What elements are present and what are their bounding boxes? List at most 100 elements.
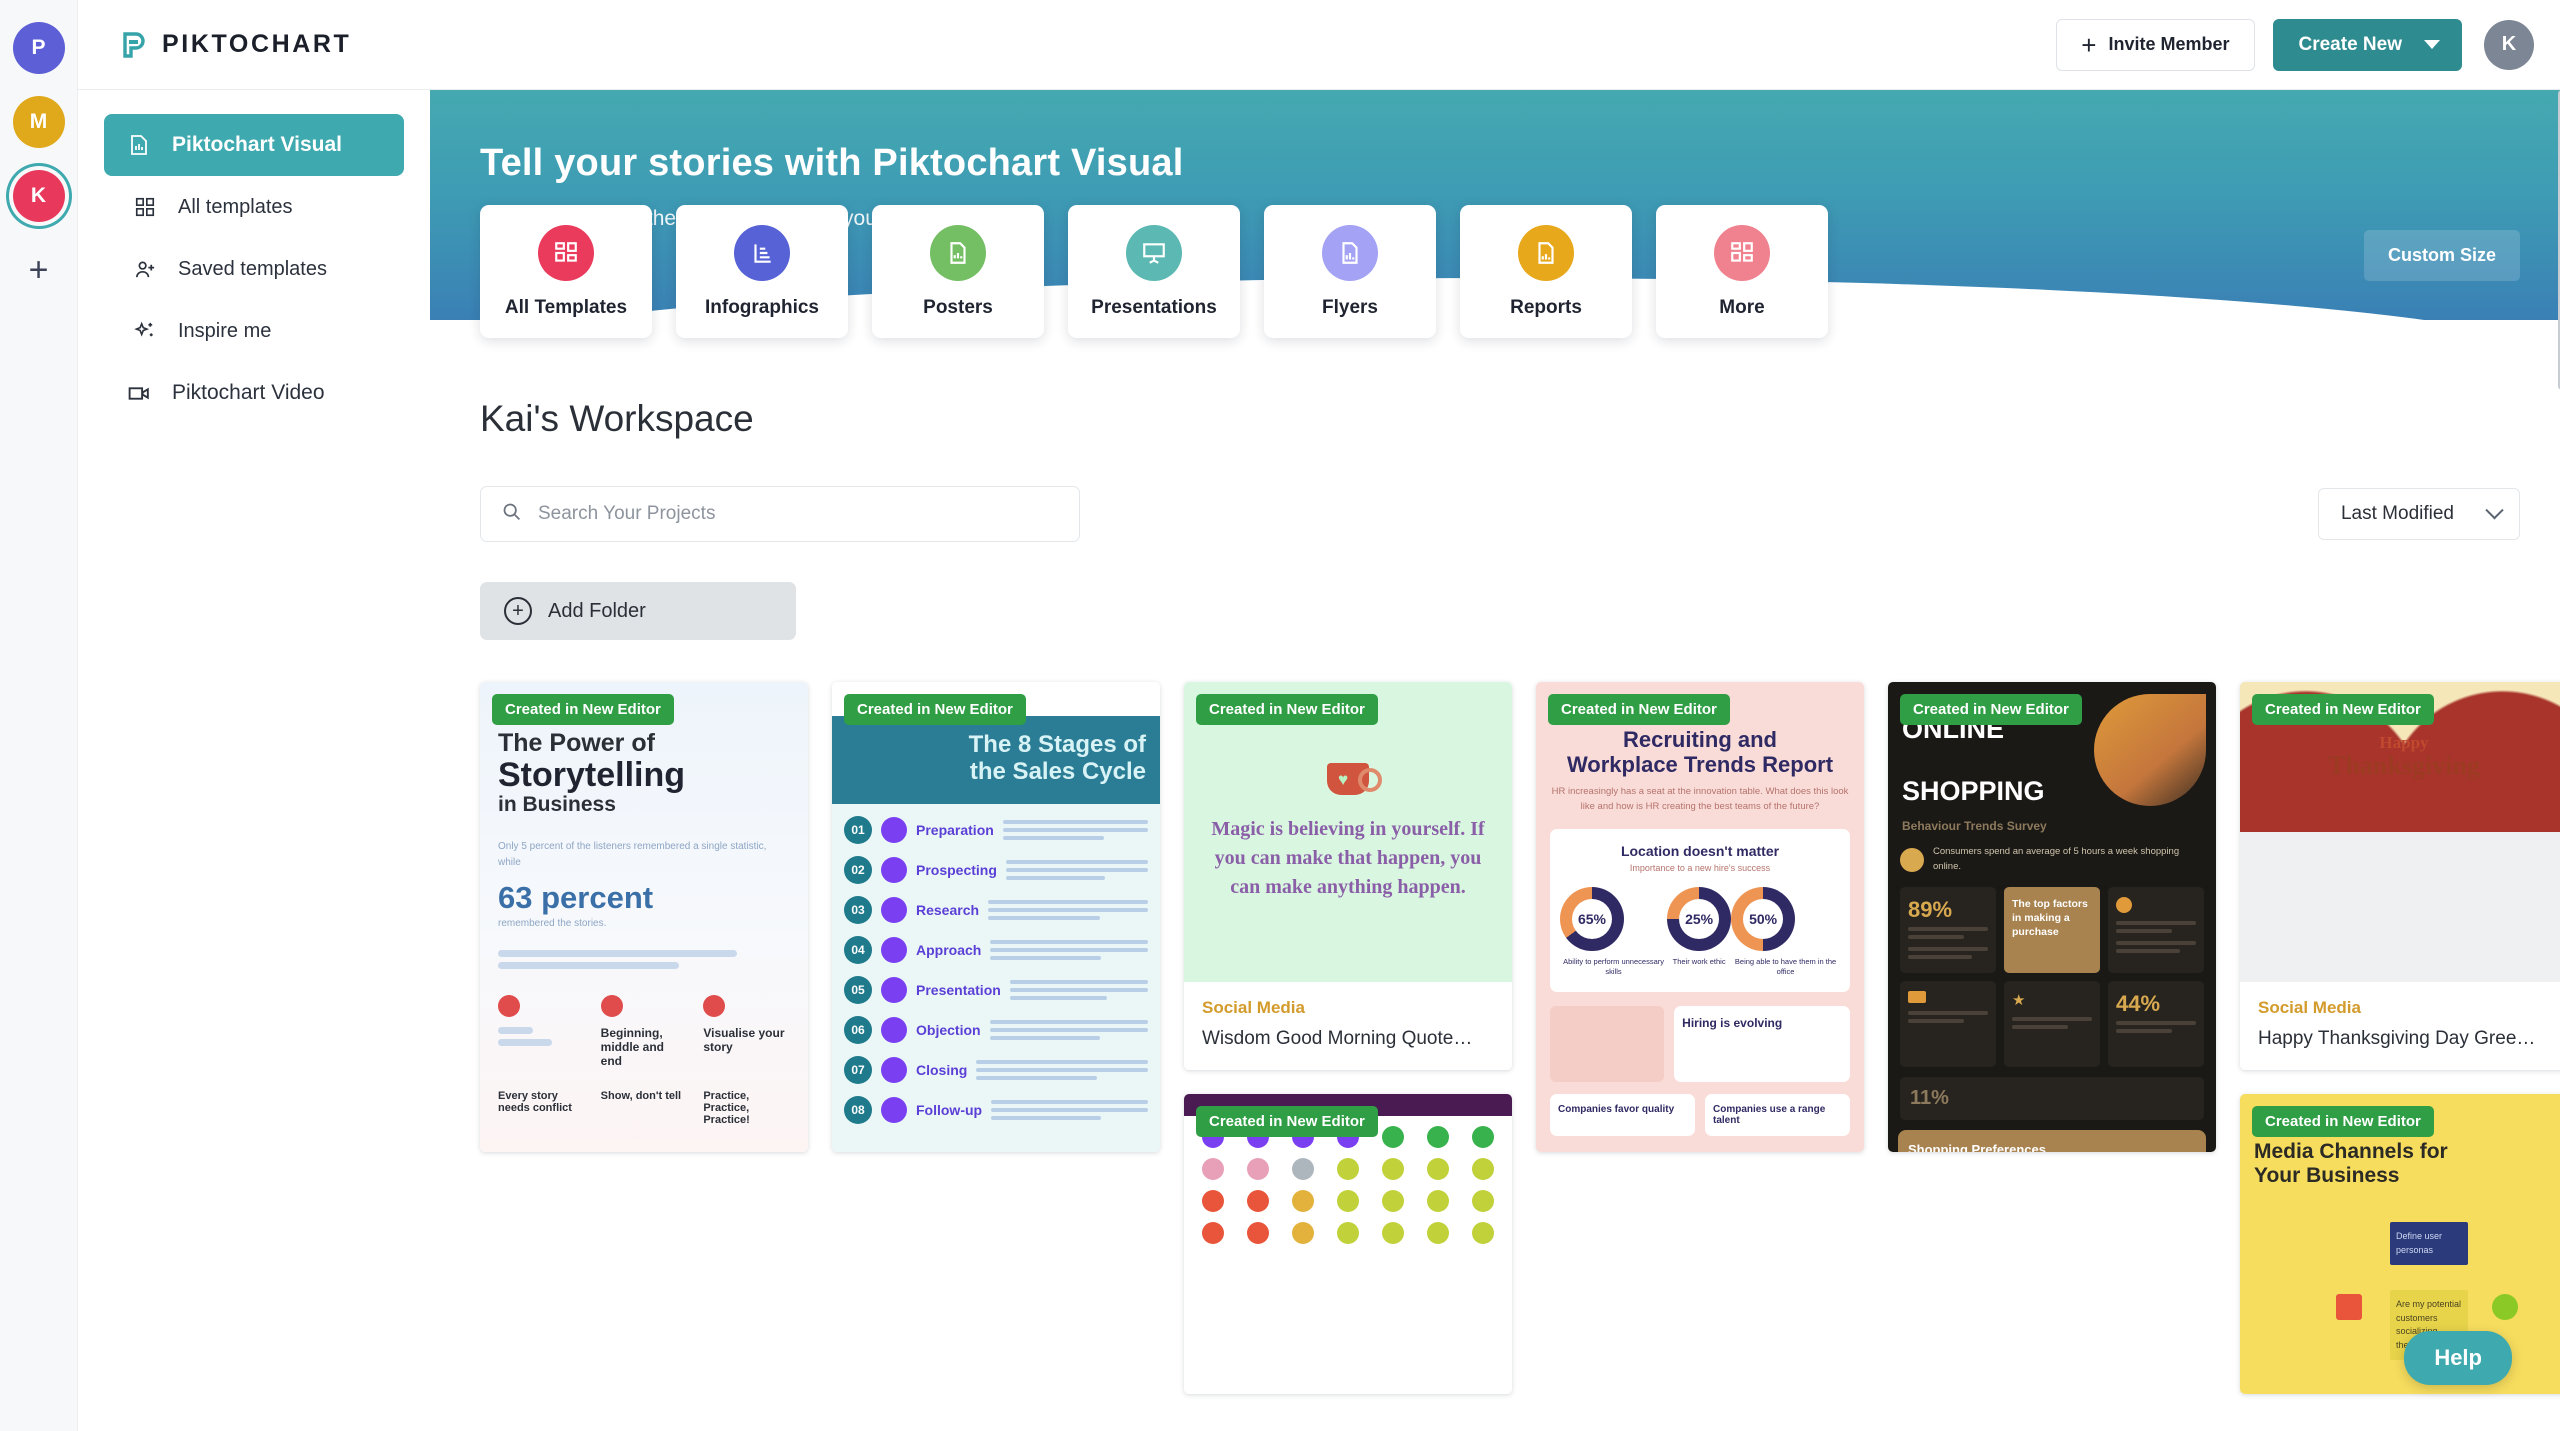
category-card-presentations[interactable]: Presentations [1068, 205, 1240, 338]
donut-item: 50% Being able to have them in the offic… [1731, 886, 1840, 978]
project-card-online-shopping[interactable]: Created in New Editor ONLINE SHOPPING Be… [1888, 682, 2216, 1152]
status-badge: Created in New Editor [2252, 1106, 2434, 1137]
thumb-stat-caption: Only 5 percent of the listeners remember… [498, 841, 767, 868]
project-card-storytelling[interactable]: Created in New Editor The Power of Story… [480, 682, 808, 1152]
project-thumbnail: Created in New Editor ONLINE SHOPPING Be… [1888, 682, 2216, 1152]
stage-number: 06 [844, 1015, 872, 1044]
thumb-point: Show, don't tell [600, 1089, 682, 1102]
add-folder-button[interactable]: + Add Folder [480, 582, 796, 640]
stat-tile: ★ [2004, 980, 2100, 1067]
user-avatar[interactable]: K [2484, 19, 2534, 70]
project-card-content-matrix[interactable]: Created in New Editor [1184, 1094, 1512, 1394]
thumb-title-1: Happy [2379, 733, 2429, 753]
donut-value: 65% [1572, 898, 1612, 939]
add-workspace-button[interactable]: + [13, 244, 65, 296]
create-new-button[interactable]: Create New [2272, 18, 2462, 71]
video-camera-icon [126, 380, 152, 406]
projects-column: Created in New Editor Recruiting and Wor… [1536, 682, 1864, 1394]
thumb-point: Beginning, middle and end [600, 1025, 665, 1068]
sidebar-item-inspire-me[interactable]: Inspire me [104, 300, 404, 362]
thumb-title-2: Workplace Trends Report [1566, 751, 1834, 777]
project-category: Social Media [1202, 998, 1305, 1017]
category-card-infographics[interactable]: Infographics [676, 205, 848, 338]
thumb-title-2: Storytelling [498, 755, 686, 794]
donut-caption: Being able to have them in the office [1734, 956, 1837, 977]
category-card-reports[interactable]: Reports [1460, 205, 1632, 338]
sidebar-item-label: Saved templates [178, 257, 327, 280]
plus-icon: + [2081, 29, 2097, 60]
chevron-down-icon [2485, 500, 2504, 519]
projects-column: Created in New Editor The Power of Story… [480, 682, 808, 1394]
search-box[interactable] [480, 486, 1080, 542]
stage-icon [881, 1016, 907, 1043]
project-thumbnail: Created in New Editor The 8 Stages of th… [832, 682, 1160, 1152]
workspace-rail: P M K + [0, 0, 78, 1431]
category-label: Infographics [704, 296, 819, 318]
status-badge: Created in New Editor [1548, 694, 1730, 725]
thumb-callout: Consumers spend an average of 5 hours a … [1933, 846, 2180, 872]
stage-desc [988, 896, 1148, 924]
status-badge: Created in New Editor [492, 694, 674, 725]
workspace-avatar-m[interactable]: M [12, 96, 65, 148]
category-label: Flyers [1322, 296, 1378, 318]
sidebar-item-piktochart-visual[interactable]: Piktochart Visual [104, 114, 404, 176]
stage-number: 05 [844, 975, 872, 1004]
heart-icon: ♥ [1338, 769, 1349, 789]
stage-row: 05 Presentation [832, 970, 1160, 1010]
stage-row: 04 Approach [832, 930, 1160, 970]
invite-member-button[interactable]: + Invite Member [2056, 18, 2255, 71]
sidebar-item-piktochart-video[interactable]: Piktochart Video [104, 362, 404, 424]
stage-label: Objection [916, 1021, 981, 1038]
donut-value: 25% [1679, 898, 1720, 939]
brand-logo[interactable]: PIKTOCHART [118, 30, 351, 60]
project-thumbnail: Created in New Editor Media Channels for… [2240, 1094, 2560, 1394]
status-badge: Created in New Editor [2252, 694, 2434, 725]
stat-tile: 44% [2108, 980, 2204, 1067]
projects-grid: Created in New Editor The Power of Story… [430, 640, 2560, 1394]
stage-row: 08 Follow-up [832, 1090, 1160, 1130]
bag-icon [1900, 847, 1924, 872]
project-title: Happy Thanksgiving Day Gree… [2258, 1028, 2536, 1049]
category-card-posters[interactable]: Posters [872, 205, 1044, 338]
donut-caption: Their work ethic [1672, 956, 1726, 966]
stage-label: Closing [916, 1061, 968, 1078]
sparkles-icon [132, 318, 158, 344]
project-card-sales-cycle[interactable]: Created in New Editor The 8 Stages of th… [832, 682, 1160, 1152]
app-root: P M K + PIKTOCHART + Invite Member Creat… [0, 0, 2560, 1431]
category-card-all-templates[interactable]: All Templates [480, 205, 652, 338]
stage-label: Prospecting [916, 861, 997, 878]
piktochart-logo-icon [123, 31, 145, 58]
stage-row: 03 Research [832, 890, 1160, 930]
project-thumbnail: Created in New Editor [1184, 1094, 1512, 1394]
project-card-recruiting[interactable]: Created in New Editor Recruiting and Wor… [1536, 682, 1864, 1152]
project-thumbnail: Created in New Editor Happy Thanksgiving [2240, 682, 2560, 982]
workspace-avatar-k[interactable]: K [12, 170, 65, 222]
brand-name: PIKTOCHART [162, 30, 352, 58]
stage-desc [989, 1016, 1148, 1044]
status-badge: Created in New Editor [844, 694, 1026, 725]
help-button[interactable]: Help [2404, 1331, 2512, 1385]
project-card-wisdom-quote[interactable]: Created in New Editor ♥ Magic is believi… [1184, 682, 1512, 1070]
sidebar-item-label: Piktochart Video [172, 381, 325, 404]
sort-dropdown[interactable]: Last Modified [2317, 488, 2520, 540]
stage-row: 06 Objection [832, 1010, 1160, 1050]
thumb-title-2: Your Business [2254, 1163, 2400, 1187]
panel-title: Location doesn't matter [1620, 842, 1780, 859]
search-input[interactable] [538, 503, 1059, 525]
project-card-media-channels[interactable]: Created in New Editor Media Channels for… [2240, 1094, 2560, 1394]
stat-tile: 89% [1900, 886, 1996, 973]
sort-value: Last Modified [2340, 503, 2454, 524]
stage-desc [1009, 976, 1148, 1004]
thumb-panel: Location doesn't matter Importance to a … [1550, 828, 1850, 992]
sidebar-item-all-templates[interactable]: All templates [104, 176, 404, 238]
donut-item: 65% Ability to perform unnecessary skill… [1560, 886, 1667, 978]
category-card-more[interactable]: More [1656, 205, 1828, 338]
stage-icon [881, 896, 907, 923]
sidebar-item-saved-templates[interactable]: Saved templates [104, 238, 404, 300]
project-card-thanksgiving[interactable]: Created in New Editor Happy Thanksgiving… [2240, 682, 2560, 1070]
thumb-point: Visualise your story [703, 1025, 785, 1054]
grid-more-icon [1714, 224, 1770, 281]
workspace-avatar-p[interactable]: P [12, 22, 65, 74]
thumb-title-1: Media Channels for [2254, 1140, 2448, 1163]
category-card-flyers[interactable]: Flyers [1264, 205, 1436, 338]
